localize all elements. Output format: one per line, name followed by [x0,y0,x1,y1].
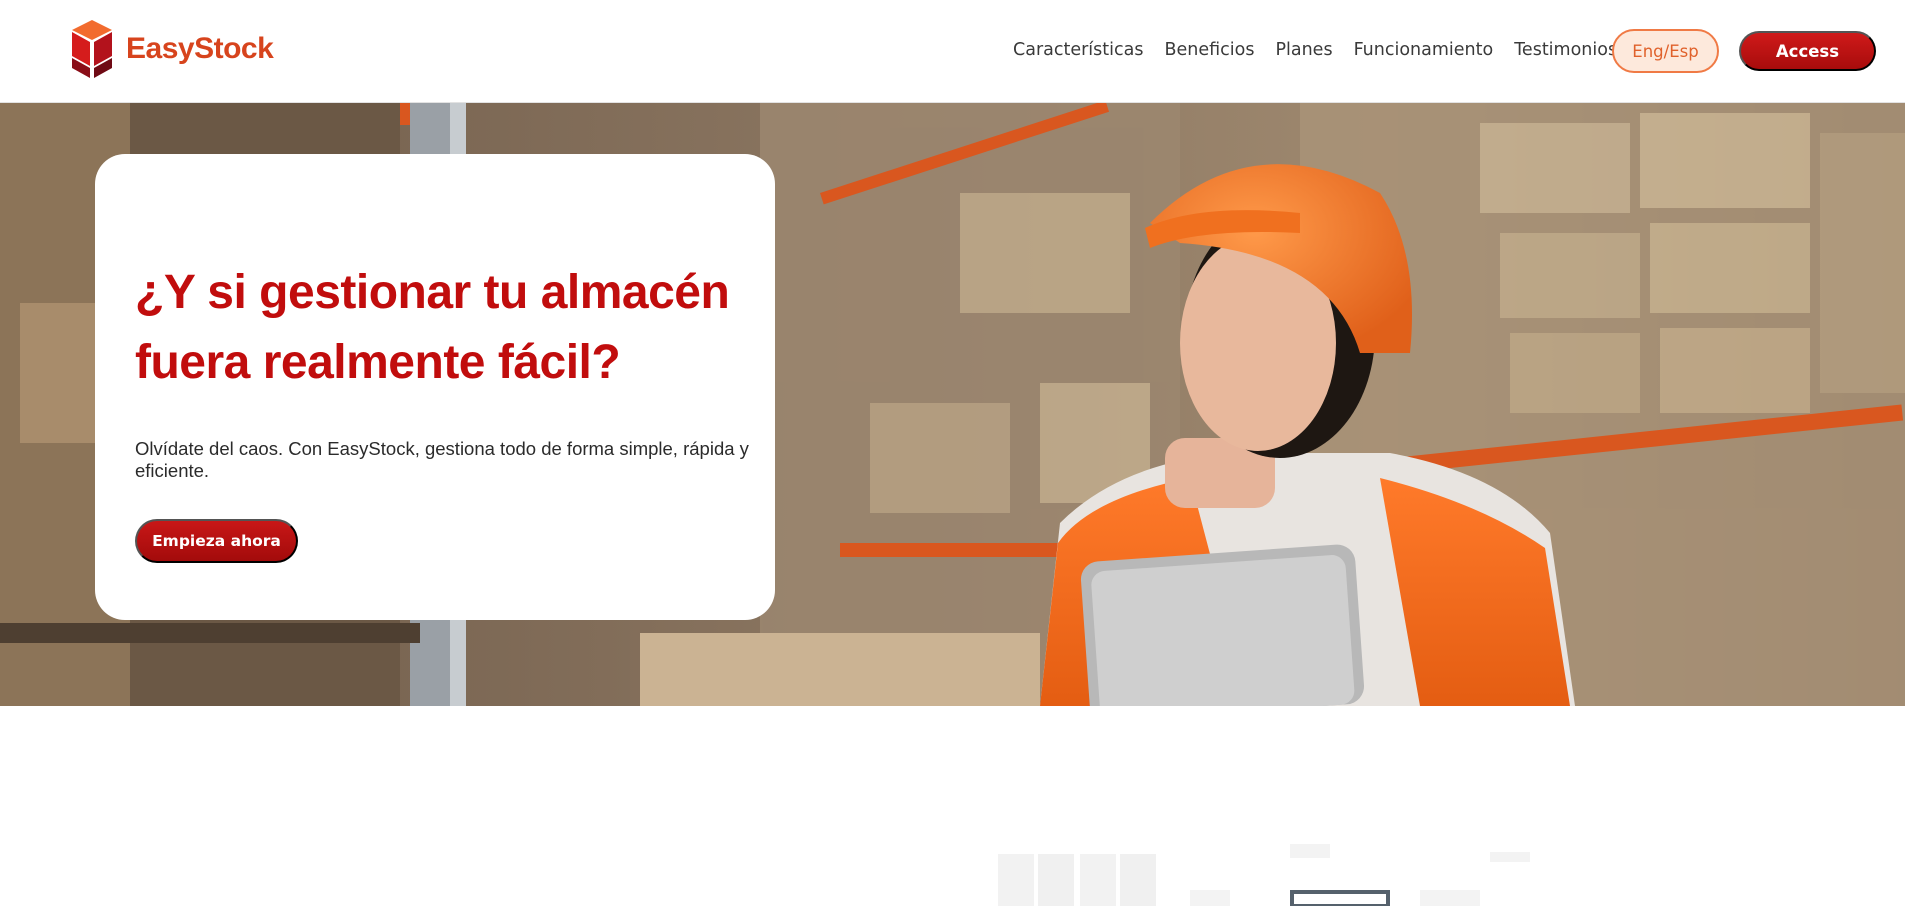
nav-link-beneficios[interactable]: Beneficios [1164,38,1254,62]
site-header: EasyStock Características Beneficios Pla… [0,0,1905,103]
language-toggle-button[interactable]: Eng/Esp [1612,29,1719,73]
hero-section: ¿Y si gestionar tu almacén fuera realmen… [0,103,1905,706]
main-nav: Características Beneficios Planes Funcio… [1013,38,1638,62]
nav-link-testimonios[interactable]: Testimonios [1514,38,1617,62]
hero-subtitle: Olvídate del caos. Con EasyStock, gestio… [135,438,749,481]
features-illustration [998,844,1530,906]
nav-link-planes[interactable]: Planes [1275,38,1332,62]
access-button[interactable]: Access [1739,31,1876,71]
brand-name: EasyStock [126,32,274,65]
logo[interactable]: EasyStock [68,18,274,80]
start-now-button[interactable]: Empieza ahora [135,519,298,563]
hero-card: ¿Y si gestionar tu almacén fuera realmen… [95,154,775,620]
red-box-icon [68,18,116,80]
hero-title: ¿Y si gestionar tu almacén fuera realmen… [135,266,730,389]
nav-link-funcionamiento[interactable]: Funcionamiento [1354,38,1494,62]
nav-link-caracteristicas[interactable]: Características [1013,38,1143,62]
